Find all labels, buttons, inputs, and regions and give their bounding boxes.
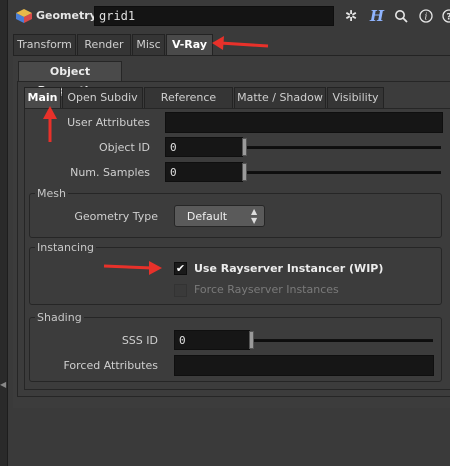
subtab-visibility[interactable]: Visibility: [327, 87, 384, 109]
use-rayserver-checkbox[interactable]: ✔: [174, 262, 187, 275]
subtab-matte-shadow[interactable]: Matte / Shadow: [234, 87, 326, 109]
chevron-updown-icon: ▲ ▼: [251, 207, 258, 225]
svg-text:i: i: [425, 13, 428, 23]
tab-render[interactable]: Render: [77, 34, 131, 55]
num-samples-slider[interactable]: [246, 171, 441, 174]
subtab-open-subdiv[interactable]: Open Subdiv: [62, 87, 143, 109]
node-type-label: Geometry: [36, 9, 97, 22]
subtab-main[interactable]: Main: [24, 87, 61, 109]
geometry-node-icon: [16, 9, 32, 23]
help-icon[interactable]: ?: [438, 6, 450, 26]
tab-vray[interactable]: V-Ray: [166, 34, 213, 56]
num-samples-field[interactable]: 0: [165, 162, 243, 182]
geometry-type-dropdown[interactable]: Default ▲ ▼: [174, 205, 265, 227]
object-id-field[interactable]: 0: [165, 137, 243, 157]
num-samples-label: Num. Samples: [70, 166, 150, 179]
sss-id-label: SSS ID: [121, 334, 158, 347]
sss-id-field[interactable]: 0: [174, 330, 250, 350]
user-attributes-field[interactable]: [165, 112, 443, 133]
object-properties-title: Object Properties: [18, 61, 122, 97]
annotation-arrow-vray: [212, 36, 269, 50]
search-icon[interactable]: [390, 6, 412, 26]
geometry-type-value: Default: [186, 210, 228, 223]
forced-attributes-label: Forced Attributes: [63, 359, 158, 372]
tab-misc[interactable]: Misc: [132, 34, 165, 55]
tab-transform[interactable]: Transform: [13, 34, 76, 55]
svg-text:?: ?: [446, 13, 450, 23]
num-samples-slider-handle[interactable]: [242, 163, 247, 181]
houdini-help-icon[interactable]: H: [366, 6, 388, 26]
forced-attributes-field[interactable]: [174, 355, 434, 376]
instancing-group: [29, 247, 442, 305]
empty-panel-area: [13, 408, 450, 466]
parameter-header: Geometry grid1 ✲ H i ?: [8, 3, 450, 30]
force-rayserver-label: Force Rayserver Instances: [194, 283, 339, 296]
instancing-group-title: Instancing: [35, 241, 97, 254]
use-rayserver-label: Use Rayserver Instancer (WIP): [194, 262, 384, 275]
gear-icon[interactable]: ✲: [340, 6, 362, 26]
sss-id-slider-handle[interactable]: [249, 331, 254, 349]
object-id-slider-handle[interactable]: [242, 138, 247, 156]
info-icon[interactable]: i: [415, 6, 437, 26]
left-panel-strip[interactable]: ◀: [0, 0, 8, 466]
shading-group-title: Shading: [35, 311, 84, 324]
collapse-arrow-icon[interactable]: ◀: [0, 380, 6, 389]
object-id-label: Object ID: [98, 141, 150, 154]
user-attributes-label: User Attributes: [67, 116, 150, 129]
node-name-field[interactable]: grid1: [94, 6, 334, 26]
force-rayserver-checkbox[interactable]: [174, 284, 187, 297]
sss-id-slider[interactable]: [253, 339, 433, 342]
object-id-slider[interactable]: [246, 146, 441, 149]
subtab-reference-mesh[interactable]: Reference Mesh: [144, 87, 233, 124]
geometry-type-label: Geometry Type: [74, 210, 158, 223]
mesh-group-title: Mesh: [35, 187, 68, 200]
